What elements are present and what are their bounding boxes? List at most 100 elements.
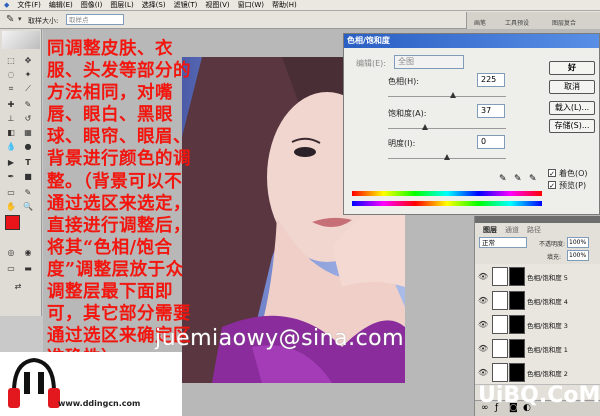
- visibility-eye-icon[interactable]: 👁: [478, 320, 488, 329]
- layer-mask-thumb: [509, 363, 525, 382]
- layer-row[interactable]: 👁 色相/饱和度 2: [475, 360, 600, 385]
- layer-name: 色相/饱和度 5: [527, 274, 568, 282]
- opacity-label: 不透明度:: [539, 241, 566, 248]
- hue-slider-track[interactable]: [388, 96, 506, 97]
- palette-well: [466, 12, 600, 29]
- tab-layer-comps[interactable]: 图层复合: [552, 18, 576, 27]
- menu-edit[interactable]: 编辑(E): [45, 0, 77, 10]
- tab-layers[interactable]: 图层: [483, 225, 497, 235]
- gradient-tool-icon[interactable]: ▦: [22, 127, 34, 138]
- blend-mode-select[interactable]: 正常: [479, 237, 527, 248]
- layer-row[interactable]: 👁 色相/饱和度 1: [475, 336, 600, 361]
- visibility-eye-icon[interactable]: 👁: [478, 296, 488, 305]
- eyedropper-tool-icon[interactable]: ✎: [22, 187, 34, 198]
- quick-mask-icon[interactable]: ◎: [5, 247, 17, 258]
- eraser-tool-icon[interactable]: ◧: [5, 127, 17, 138]
- menu-window[interactable]: 窗口(W): [234, 0, 268, 10]
- dodge-tool-icon[interactable]: ●: [22, 141, 34, 152]
- headphones-logo-icon: [8, 357, 60, 408]
- hue-slider-thumb[interactable]: [449, 92, 456, 98]
- screen-mode-icon[interactable]: ▭: [5, 263, 17, 274]
- tutorial-note: 同调整皮肤、衣服、头发等部分的方法相同，对嘴唇、眼白、黑眼球、眼帘、眼眉、背景进…: [47, 39, 191, 368]
- photoshop-icon: ◆: [4, 1, 10, 9]
- sample-size-label: 取样大小:: [28, 17, 59, 25]
- fill-input[interactable]: 100%: [567, 250, 589, 261]
- menu-file[interactable]: 文件(F): [13, 0, 45, 10]
- adjustment-thumb-icon: [492, 267, 508, 286]
- colorize-label: 着色(O): [559, 169, 588, 178]
- opacity-input[interactable]: 100%: [567, 237, 589, 248]
- type-tool-icon[interactable]: T: [22, 157, 34, 168]
- notes-tool-icon[interactable]: ▭: [5, 187, 17, 198]
- layers-panel-titlebar: [475, 216, 600, 223]
- eyedropper-plus-icon[interactable]: ✎: [514, 174, 522, 184]
- lightness-input[interactable]: 0: [477, 135, 505, 149]
- layer-row[interactable]: 👁 色相/饱和度 5: [475, 264, 600, 289]
- colorize-checkbox[interactable]: ✓: [548, 169, 556, 178]
- hue-input[interactable]: 225: [477, 73, 505, 87]
- healing-brush-tool-icon[interactable]: ✚: [5, 99, 17, 110]
- visibility-eye-icon[interactable]: 👁: [478, 368, 488, 377]
- toolbox: ⬚ ✥ ◌ ✦ ⌗ ⟋ ✚ ✎ ⊥ ↺ ◧ ▦ 💧 ● ▶ T ✒ ■ ▭ ✎ …: [0, 29, 42, 316]
- menu-help[interactable]: 帮助(H): [268, 0, 301, 10]
- full-screen-mode-icon[interactable]: ▬: [22, 263, 34, 274]
- tab-tool-presets[interactable]: 工具预设: [505, 18, 529, 27]
- blur-tool-icon[interactable]: 💧: [5, 141, 17, 152]
- magic-wand-tool-icon[interactable]: ✦: [22, 69, 34, 80]
- fill-label: 填充:: [547, 254, 562, 261]
- menu-image[interactable]: 图像(I): [77, 0, 107, 10]
- preview-checkbox[interactable]: ✓: [548, 181, 556, 190]
- layer-mask-thumb: [509, 315, 525, 334]
- save-button[interactable]: 存储(S)...: [549, 119, 595, 133]
- layer-row[interactable]: 👁 色相/饱和度 4: [475, 288, 600, 313]
- layer-mask-thumb: [509, 339, 525, 358]
- menu-filter[interactable]: 滤镜(T): [170, 0, 202, 10]
- saturation-slider-track[interactable]: [388, 128, 506, 129]
- move-tool-icon[interactable]: ✥: [22, 55, 34, 66]
- layer-mask-thumb: [509, 267, 525, 286]
- shape-tool-icon[interactable]: ■: [22, 171, 34, 182]
- slice-tool-icon[interactable]: ⟋: [22, 83, 34, 94]
- lasso-tool-icon[interactable]: ◌: [5, 69, 17, 80]
- brush-tool-icon[interactable]: ✎: [22, 99, 34, 110]
- email-watermark: juemiaowy@sina.com: [155, 326, 405, 351]
- saturation-slider-thumb[interactable]: [421, 124, 428, 130]
- crop-tool-icon[interactable]: ⌗: [5, 83, 17, 94]
- tab-paths[interactable]: 路径: [527, 225, 541, 235]
- ok-button[interactable]: 好: [549, 61, 595, 75]
- menu-select[interactable]: 选择(S): [138, 0, 170, 10]
- visibility-eye-icon[interactable]: 👁: [478, 272, 488, 281]
- layer-name: 色相/饱和度 2: [527, 370, 568, 378]
- lightness-slider-thumb[interactable]: [444, 154, 450, 160]
- menu-layer[interactable]: 图层(L): [106, 0, 137, 10]
- visibility-eye-icon[interactable]: 👁: [478, 344, 488, 353]
- marquee-tool-icon[interactable]: ⬚: [5, 55, 17, 66]
- color-spectrum-bar-bottom: [352, 201, 542, 206]
- eyedropper-icon[interactable]: ✎: [499, 174, 507, 184]
- uibq-logo: UiBQ.CoM: [478, 383, 600, 408]
- color-spectrum-bar-top: [352, 191, 542, 196]
- tab-channels[interactable]: 通道: [505, 225, 519, 235]
- eyedropper-minus-icon[interactable]: ✎: [529, 174, 537, 184]
- hand-tool-icon[interactable]: ✋: [5, 201, 17, 212]
- tab-brushes[interactable]: 画笔: [474, 18, 486, 27]
- foreground-color-swatch[interactable]: [5, 215, 20, 230]
- standard-mode-icon[interactable]: ◉: [22, 247, 34, 258]
- layer-name: 色相/饱和度 1: [527, 346, 568, 354]
- zoom-tool-icon[interactable]: 🔍: [22, 201, 34, 212]
- imageready-icon[interactable]: ⇄: [12, 281, 24, 292]
- eyedropper-icon[interactable]: ✎: [6, 14, 14, 25]
- layer-mask-thumb: [509, 291, 525, 310]
- load-button[interactable]: 载入(L)...: [549, 101, 595, 115]
- clone-stamp-tool-icon[interactable]: ⊥: [5, 113, 17, 124]
- saturation-input[interactable]: 37: [477, 104, 505, 118]
- sample-size-select[interactable]: 取样点: [66, 14, 124, 25]
- edit-select[interactable]: 全图: [394, 55, 464, 69]
- path-selection-tool-icon[interactable]: ▶: [5, 157, 17, 168]
- tool-preset-chevron-icon[interactable]: ▾: [18, 15, 22, 23]
- pen-tool-icon[interactable]: ✒: [5, 171, 17, 182]
- menu-view[interactable]: 视图(V): [201, 0, 233, 10]
- history-brush-tool-icon[interactable]: ↺: [22, 113, 34, 124]
- layer-row[interactable]: 👁 色相/饱和度 3: [475, 312, 600, 337]
- cancel-button[interactable]: 取消: [549, 80, 595, 94]
